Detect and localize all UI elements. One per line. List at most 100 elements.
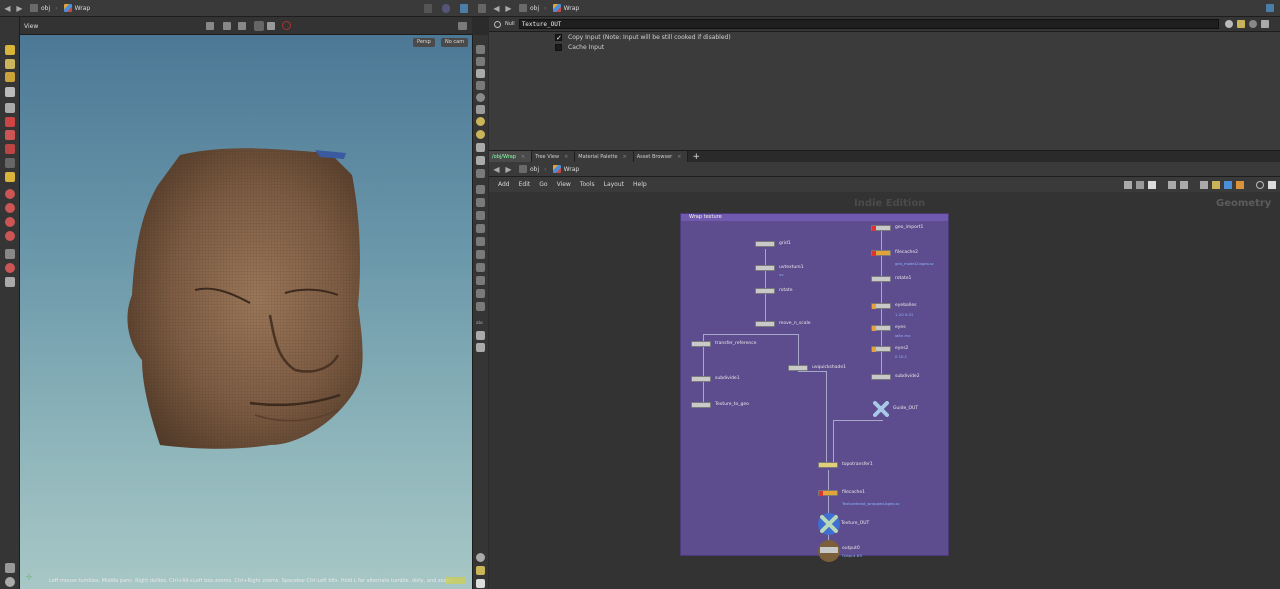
cam-view-icon[interactable] — [476, 143, 485, 152]
forward-arrow-icon[interactable]: ▶ — [504, 165, 513, 174]
menu-layout[interactable]: Layout — [604, 181, 624, 188]
template-icon[interactable] — [476, 57, 485, 66]
wireframe-icon[interactable] — [267, 22, 275, 30]
uv-icon[interactable] — [476, 237, 485, 246]
bone-icon[interactable] — [476, 276, 485, 285]
menu-go[interactable]: Go — [539, 181, 547, 188]
snap-multi-icon[interactable] — [5, 231, 15, 241]
forward-arrow-icon[interactable]: ▶ — [15, 4, 24, 13]
pen-icon[interactable] — [476, 185, 485, 194]
3d-viewport[interactable]: Persp No cam ⊹ — [20, 35, 472, 589]
pointer-tool-icon[interactable] — [5, 87, 15, 97]
display-options-icon[interactable] — [206, 22, 214, 30]
select-tool-icon[interactable] — [5, 45, 15, 55]
scale-tool-icon[interactable] — [5, 158, 15, 168]
camera-chip[interactable]: No cam — [441, 38, 469, 47]
lock-icon[interactable] — [5, 103, 15, 113]
pose-tool-icon[interactable] — [5, 130, 15, 140]
close-icon[interactable]: × — [677, 154, 681, 160]
breadcrumb-obj[interactable]: obj — [30, 4, 50, 12]
bg-icon[interactable] — [476, 156, 485, 165]
measure-icon[interactable] — [476, 198, 485, 207]
node-name-input[interactable] — [518, 19, 1219, 29]
palette-icon[interactable] — [1236, 180, 1244, 189]
shade-icon[interactable] — [476, 93, 485, 102]
search-icon[interactable] — [1256, 180, 1264, 189]
node-uvquickshade1[interactable] — [788, 365, 808, 371]
magnet-icon[interactable] — [5, 189, 15, 199]
breadcrumb-obj[interactable]: obj — [519, 165, 539, 173]
handle-tool-icon[interactable] — [5, 117, 15, 127]
network-icon[interactable] — [459, 3, 468, 13]
sticky-icon[interactable] — [1212, 180, 1220, 189]
search-icon[interactable] — [1248, 20, 1257, 28]
settings-icon[interactable] — [5, 563, 15, 573]
snap-grid-icon[interactable] — [5, 203, 15, 213]
add-tab-icon[interactable]: + — [692, 151, 700, 162]
menu-edit[interactable]: Edit — [519, 181, 531, 188]
node-subdivide1[interactable] — [691, 376, 711, 382]
link-icon[interactable] — [442, 3, 451, 13]
note-icon[interactable] — [1148, 180, 1156, 189]
node-grid1[interactable] — [755, 241, 775, 247]
lock-camera-icon[interactable] — [476, 69, 485, 78]
pin-icon[interactable] — [424, 3, 433, 13]
layout-icon[interactable] — [1200, 180, 1208, 189]
close-icon[interactable]: × — [623, 154, 627, 160]
menu-tools[interactable]: Tools — [580, 181, 595, 188]
node-filecache2[interactable] — [871, 250, 891, 256]
cache-input-checkbox[interactable] — [555, 44, 562, 51]
param-cache-input[interactable]: Cache Input — [555, 44, 604, 51]
label-icon[interactable] — [476, 211, 485, 220]
record-icon[interactable] — [282, 21, 291, 30]
back-arrow-icon[interactable]: ◀ — [492, 4, 501, 13]
node-eyes[interactable] — [871, 325, 891, 331]
node-subdivide2[interactable] — [871, 374, 891, 380]
display-icon[interactable] — [5, 577, 15, 587]
node-rotate[interactable] — [755, 288, 775, 294]
rotate-tool-icon[interactable] — [5, 72, 15, 82]
move-tool-icon[interactable] — [5, 59, 15, 69]
vis-icon[interactable] — [476, 169, 485, 178]
head-model[interactable] — [100, 145, 370, 455]
node-eyes2[interactable] — [871, 346, 891, 352]
ghost-icon[interactable] — [476, 45, 485, 54]
shading-icon[interactable] — [254, 21, 264, 31]
capture-icon[interactable] — [476, 579, 485, 588]
node-transfer-reference[interactable] — [691, 341, 711, 347]
wrench-icon[interactable] — [1124, 180, 1132, 189]
view-chip[interactable]: Persp — [413, 38, 435, 47]
node-geo-import1[interactable] — [871, 225, 891, 231]
breadcrumb-obj[interactable]: obj — [519, 4, 539, 12]
pin-icon[interactable] — [1266, 4, 1274, 12]
abc-icon[interactable]: abc — [476, 318, 485, 327]
node-guide-out[interactable] — [873, 401, 889, 417]
safe-area-icon[interactable] — [476, 331, 485, 340]
node-uvtexture1[interactable] — [755, 265, 775, 271]
particle-icon[interactable] — [476, 289, 485, 298]
normals-icon[interactable] — [476, 224, 485, 233]
info-icon[interactable] — [1260, 20, 1269, 28]
back-arrow-icon[interactable]: ◀ — [3, 4, 12, 13]
frame-icon[interactable] — [476, 263, 485, 272]
box-icon[interactable] — [476, 302, 485, 311]
bulb-icon[interactable] — [476, 117, 485, 126]
forward-arrow-icon[interactable]: ▶ — [504, 4, 513, 13]
display-points-icon[interactable] — [476, 81, 485, 90]
camera-icon[interactable] — [5, 249, 15, 259]
grid-icon[interactable] — [476, 250, 485, 259]
node-filecache1[interactable] — [818, 490, 838, 496]
node-texture-to-geo[interactable] — [691, 402, 711, 408]
param-copy-input[interactable]: ✓ Copy Input (Note: Input will be still … — [555, 34, 731, 42]
tree-icon[interactable] — [1136, 180, 1144, 189]
node-move-n-scale[interactable] — [755, 321, 775, 327]
network-box[interactable]: Wrap texture grid1 uvtexture1 uv rotate … — [680, 213, 949, 562]
snap-icon[interactable] — [223, 22, 231, 30]
sync-icon[interactable] — [238, 22, 246, 30]
close-icon[interactable]: × — [521, 154, 525, 160]
snap-point-icon[interactable] — [5, 217, 15, 227]
back-arrow-icon[interactable]: ◀ — [492, 165, 501, 174]
gear-icon[interactable] — [1224, 20, 1233, 28]
menu-add[interactable]: Add — [498, 181, 510, 188]
handle-display-icon[interactable] — [476, 343, 485, 352]
